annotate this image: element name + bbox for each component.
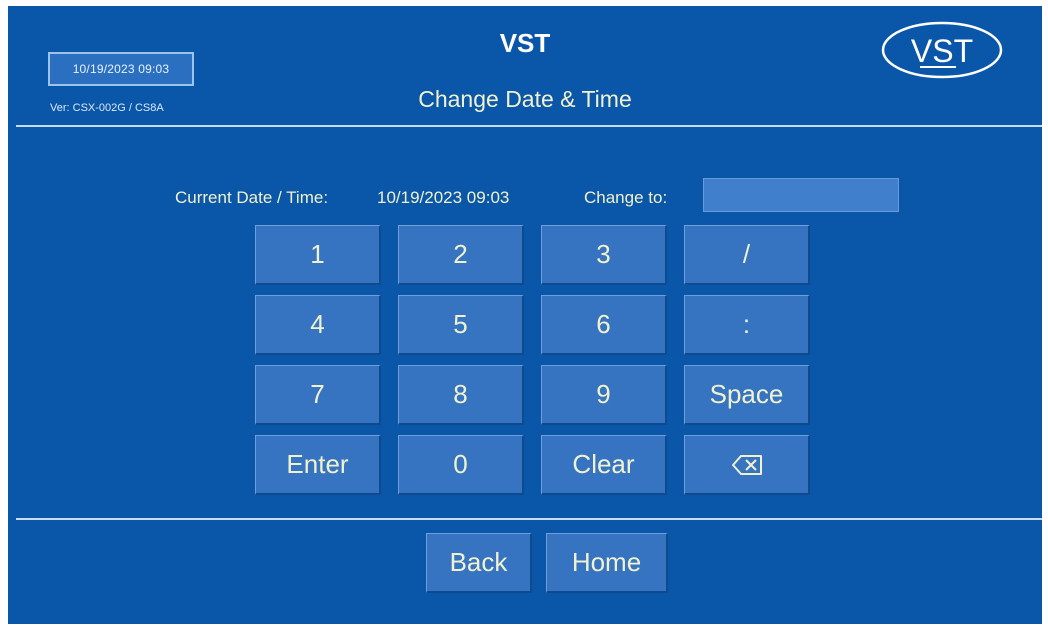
current-datetime-value: 10/19/2023 09:03 — [377, 188, 510, 207]
key-1[interactable]: 1 — [255, 225, 381, 285]
datetime-text: 10/19/2023 09:03 — [72, 62, 170, 76]
key-colon[interactable]: : — [684, 295, 810, 355]
key-clear[interactable]: Clear — [541, 435, 667, 495]
key-7[interactable]: 7 — [255, 365, 381, 425]
change-to-label: Change to: — [584, 188, 668, 207]
key-9[interactable]: 9 — [541, 365, 667, 425]
home-button[interactable]: Home — [546, 533, 668, 593]
header-divider — [16, 125, 1042, 127]
footer-divider — [16, 518, 1042, 520]
key-8[interactable]: 8 — [398, 365, 524, 425]
change-to-input[interactable] — [703, 178, 899, 212]
key-backspace[interactable] — [684, 435, 810, 495]
back-button[interactable]: Back — [426, 533, 532, 593]
vst-logo: VST — [880, 20, 1004, 80]
key-space[interactable]: Space — [684, 365, 810, 425]
backspace-icon — [731, 454, 762, 475]
key-slash[interactable]: / — [684, 225, 810, 285]
key-enter[interactable]: Enter — [255, 435, 381, 495]
key-6[interactable]: 6 — [541, 295, 667, 355]
key-5[interactable]: 5 — [398, 295, 524, 355]
screen: 10/19/2023 09:03 Ver: CSX-002G / CS8A VS… — [8, 6, 1042, 624]
key-2[interactable]: 2 — [398, 225, 524, 285]
current-datetime-label: Current Date / Time: — [175, 188, 329, 207]
key-0[interactable]: 0 — [398, 435, 524, 495]
key-3[interactable]: 3 — [541, 225, 667, 285]
logo-text: VST — [911, 33, 973, 69]
key-4[interactable]: 4 — [255, 295, 381, 355]
page-subtitle: Change Date & Time — [418, 86, 632, 112]
